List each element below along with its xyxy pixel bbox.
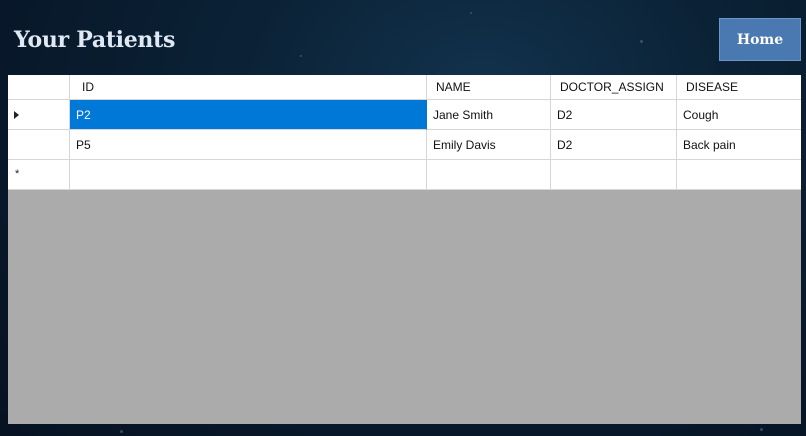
cell-id[interactable]: P5 (70, 130, 427, 160)
table-row[interactable]: P5 Emily Davis D2 Back pain (8, 130, 801, 160)
new-row[interactable]: * (8, 160, 801, 190)
cell-doctor-assign-empty[interactable] (551, 160, 677, 190)
cell-name[interactable]: Jane Smith (427, 100, 551, 130)
current-row-arrow-icon (14, 110, 19, 119)
column-header-id[interactable]: ID (70, 75, 427, 100)
cell-disease[interactable]: Back pain (677, 130, 801, 160)
page-title: Your Patients (14, 27, 176, 53)
row-header[interactable]: * (8, 160, 70, 190)
cell-name[interactable]: Emily Davis (427, 130, 551, 160)
table-row[interactable]: P2 Jane Smith D2 Cough (8, 100, 801, 130)
home-button[interactable]: Home (719, 18, 801, 61)
background-speck (300, 55, 302, 57)
grid-header-row: ID NAME DOCTOR_ASSIGN DISEASE (8, 75, 801, 100)
new-row-asterisk-icon: * (15, 168, 20, 180)
row-header[interactable] (8, 130, 70, 160)
background-speck (470, 12, 472, 14)
cell-disease-empty[interactable] (677, 160, 801, 190)
cell-doctor-assign[interactable]: D2 (551, 130, 677, 160)
background-speck (640, 40, 643, 43)
patients-data-grid[interactable]: ID NAME DOCTOR_ASSIGN DISEASE P2 Jane Sm… (8, 75, 801, 424)
row-header[interactable] (8, 100, 70, 130)
cell-disease[interactable]: Cough (677, 100, 801, 130)
column-header-doctor-assign[interactable]: DOCTOR_ASSIGN (551, 75, 677, 100)
background-speck (120, 430, 123, 433)
cell-id-empty[interactable] (70, 160, 427, 190)
background-speck (760, 428, 763, 431)
column-header-disease[interactable]: DISEASE (677, 75, 801, 100)
cell-name-empty[interactable] (427, 160, 551, 190)
row-header-corner (8, 75, 70, 100)
cell-id[interactable]: P2 (70, 100, 427, 130)
column-header-name[interactable]: NAME (427, 75, 551, 100)
cell-doctor-assign[interactable]: D2 (551, 100, 677, 130)
